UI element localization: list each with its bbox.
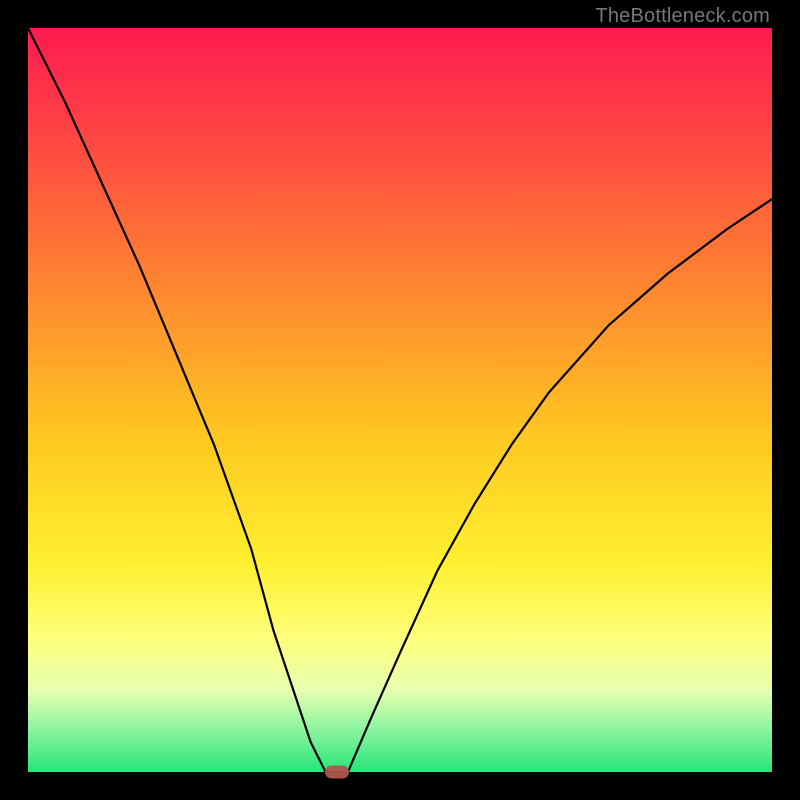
bottleneck-curve xyxy=(28,28,772,772)
outer-frame: TheBottleneck.com xyxy=(0,0,800,800)
optimal-marker xyxy=(325,766,349,779)
watermark-text: TheBottleneck.com xyxy=(595,5,770,28)
plot-area xyxy=(28,28,772,772)
